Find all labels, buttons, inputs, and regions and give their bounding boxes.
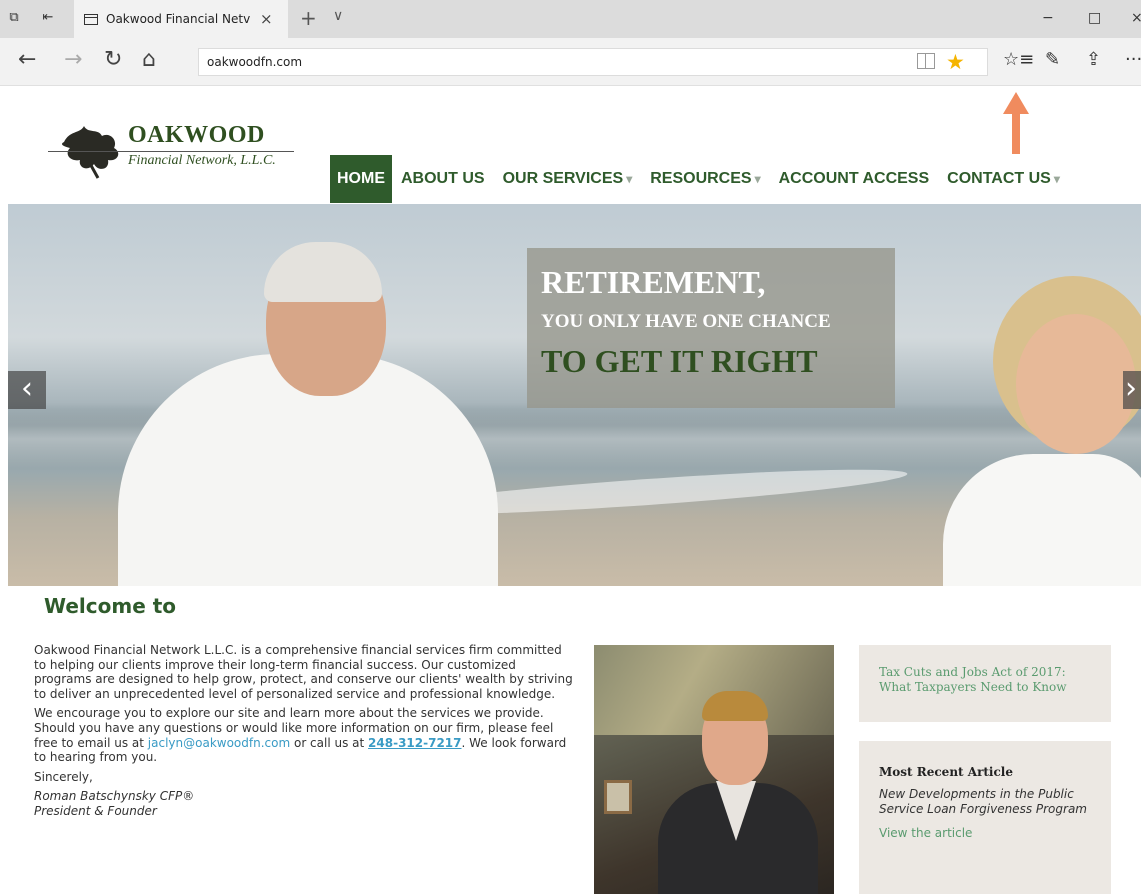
chevron-down-icon: ▾ [1053, 172, 1060, 186]
logo-subtitle: Financial Network, L.L.C. [128, 153, 276, 168]
page-icon [84, 13, 98, 25]
recent-article-heading: Most Recent Article [879, 765, 1013, 779]
nav-account-access[interactable]: ACCOUNT ACCESS [770, 155, 939, 203]
recent-article-title: New Developments in the Public Service L… [879, 787, 1087, 816]
back-button[interactable]: ← [18, 48, 36, 72]
closing-text: Sincerely, [34, 769, 93, 784]
hub-favorites-icon[interactable]: ☆≡ [1003, 48, 1034, 72]
hero-woman [943, 454, 1141, 586]
welcome-heading: Welcome to [44, 594, 177, 618]
nav-resources[interactable]: RESOURCES ▾ [641, 155, 769, 203]
home-button[interactable]: ⌂ [142, 48, 156, 72]
hero-caption: RETIREMENT, YOU ONLY HAVE ONE CHANCE TO … [527, 248, 895, 408]
email-link[interactable]: jaclyn@oakwoodfn.com [148, 736, 290, 750]
reading-view-icon[interactable] [917, 53, 935, 69]
hero-line-3: TO GET IT RIGHT [541, 343, 818, 379]
intro-p2-mid: or call us at [290, 735, 369, 750]
nav-resources-label: RESOURCES [650, 170, 752, 187]
oakwood-logo[interactable]: OAKWOOD Financial Network, L.L.C. [46, 120, 296, 182]
tab-preview-chevron-icon[interactable]: ∨ [333, 8, 343, 24]
nav-account-label: ACCOUNT ACCESS [778, 170, 930, 187]
tax-article-box: Tax Cuts and Jobs Act of 2017: What Taxp… [859, 645, 1111, 722]
signature-name: Roman Batschynsky CFP® [34, 789, 195, 804]
phone-link[interactable]: 248-312-7217 [368, 736, 461, 750]
hero-man-hair [264, 242, 382, 302]
intro-paragraph-1: Oakwood Financial Network L.L.C. is a co… [34, 643, 573, 701]
nav-services[interactable]: OUR SERVICES ▾ [494, 155, 642, 203]
view-article-link[interactable]: View the article [879, 826, 1091, 840]
carousel-prev-button[interactable]: ‹ [8, 371, 46, 409]
advisor-photo [594, 645, 834, 894]
url-input[interactable]: oakwoodfn.com ★ [198, 48, 988, 76]
share-icon[interactable]: ⇪ [1086, 48, 1101, 72]
favorite-star-icon[interactable]: ★ [946, 49, 965, 75]
nav-about-label: ABOUT US [401, 170, 485, 187]
recent-article-box: Most Recent Article New Developments in … [859, 741, 1111, 894]
nav-about[interactable]: ABOUT US [392, 155, 494, 203]
nav-home[interactable]: HOME [330, 155, 392, 203]
carousel-next-button[interactable]: › [1123, 371, 1141, 409]
logo-divider [48, 151, 294, 152]
main-nav: HOME ABOUT US OUR SERVICES ▾ RESOURCES ▾ A… [330, 155, 1069, 203]
browser-tab-bar: ⧉ ⇤ Oakwood Financial Netv × + ∨ − □ × [0, 0, 1141, 38]
close-tab-icon[interactable]: × [260, 10, 273, 28]
refresh-button[interactable]: ↻ [104, 48, 122, 72]
hero-line-2: YOU ONLY HAVE ONE CHANCE [541, 311, 831, 332]
url-text: oakwoodfn.com [207, 55, 303, 69]
nav-services-label: OUR SERVICES [502, 170, 624, 187]
address-bar-row: ← → ↻ ⌂ oakwoodfn.com ★ ☆≡ ✎ ⇪ ··· [0, 38, 1141, 86]
new-tab-button[interactable]: + [300, 8, 317, 28]
browser-tab[interactable]: Oakwood Financial Netv × [74, 0, 288, 38]
picture-frame [604, 780, 632, 814]
maximize-button[interactable]: □ [1088, 10, 1101, 26]
tax-article-link[interactable]: Tax Cuts and Jobs Act of 2017: What Taxp… [879, 665, 1091, 695]
nav-contact-label: CONTACT US [947, 170, 1051, 187]
intro-paragraph-2: We encourage you to explore our site and… [34, 706, 574, 764]
hero-carousel: RETIREMENT, YOU ONLY HAVE ONE CHANCE TO … [8, 204, 1141, 586]
hero-woman-face [1016, 314, 1136, 454]
nav-home-label: HOME [337, 170, 385, 187]
chevron-down-icon: ▾ [754, 172, 761, 186]
nav-contact[interactable]: CONTACT US ▾ [938, 155, 1069, 203]
show-tabs-aside-icon[interactable]: ⇤ [40, 10, 56, 26]
minimize-button[interactable]: − [1042, 10, 1054, 26]
web-note-icon[interactable]: ✎ [1045, 48, 1060, 72]
intro-text: Oakwood Financial Network L.L.C. is a co… [34, 643, 574, 819]
tab-title: Oakwood Financial Netv [106, 12, 251, 26]
annotation-arrow-icon [1003, 92, 1029, 154]
hero-line-1: RETIREMENT, [541, 264, 766, 300]
signature-title: President & Founder [34, 803, 157, 818]
set-aside-tabs-icon[interactable]: ⧉ [6, 10, 22, 26]
chevron-down-icon: ▾ [626, 172, 633, 186]
close-window-button[interactable]: × [1131, 10, 1141, 26]
more-icon[interactable]: ··· [1125, 48, 1141, 72]
forward-button[interactable]: → [64, 48, 82, 72]
logo-name: OAKWOOD [128, 122, 265, 148]
advisor-hair [702, 691, 768, 721]
